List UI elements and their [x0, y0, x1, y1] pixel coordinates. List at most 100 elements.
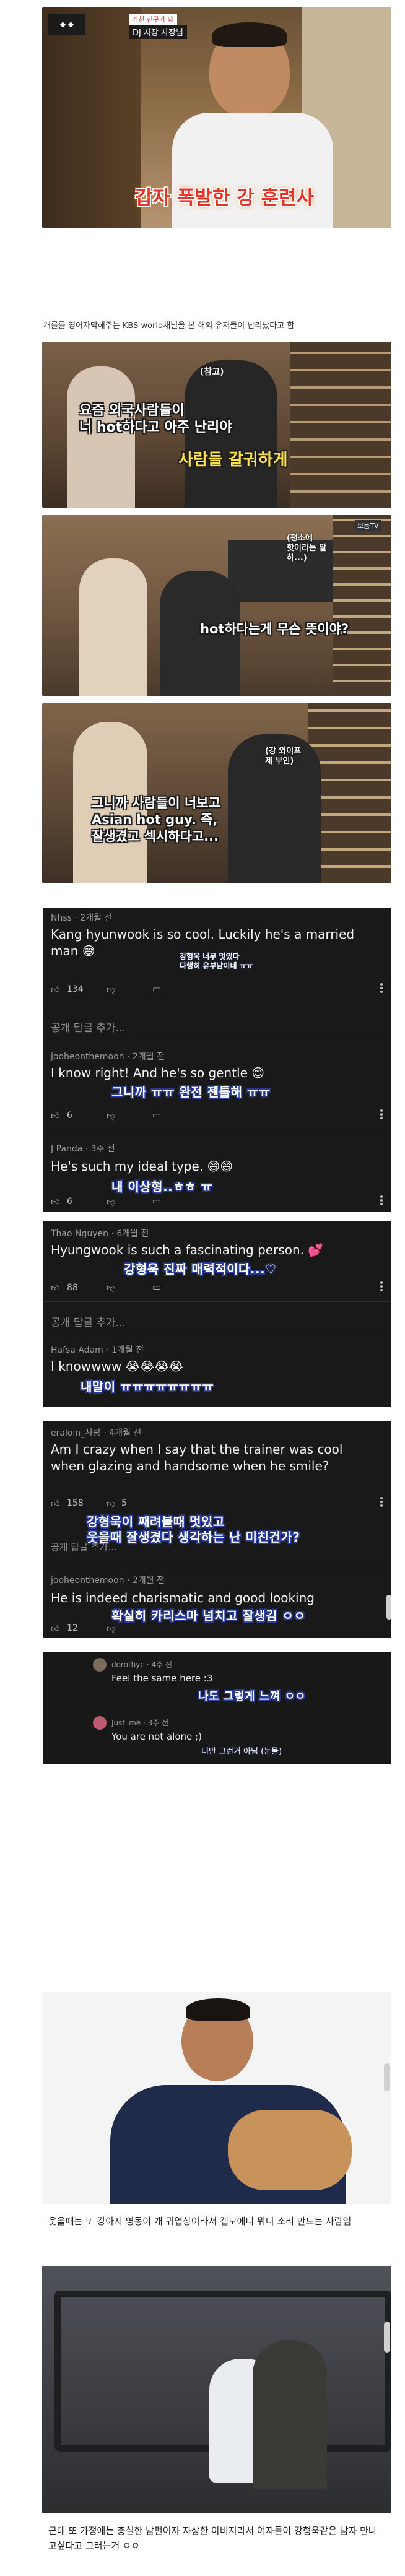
comment-text: He is indeed charismatic and good lookin…: [51, 1590, 315, 1605]
scene-image-1: (참고) 요즘 외국사람들이 너 hot하다고 아주 난리야 사람들 갈궈하게: [42, 342, 391, 508]
dog-photo: [42, 1992, 391, 2204]
dog-caption: 웃을때는 또 강아지 영동이 개 귀엽상이라서 갭모에니 뭐니 소리 만드는 사…: [48, 2216, 352, 2227]
comment-translation: 강형욱 진짜 매력적이다...♡: [124, 1262, 277, 1277]
scene-subtitle: hot하다는게 무슨 뜻이야?: [200, 622, 349, 636]
more-menu-icon[interactable]: [380, 1496, 383, 1508]
comment-panel-4: eraloin_사랑 · 4개월 전 Am I crazy when I say…: [43, 1421, 391, 1638]
comment-text: I know right! And he's so gentle 😊: [51, 1065, 265, 1080]
comment-translation: 확실히 카리스마 넘치고 잘생김 ㅇㅇ: [111, 1608, 306, 1623]
comment-text: Am I crazy when I say that the trainer w…: [51, 1442, 343, 1473]
scrollbar-handle[interactable]: [386, 1595, 391, 1620]
banner-headline: 갑자 폭발한 강 훈련사: [135, 187, 315, 209]
more-menu-icon[interactable]: [380, 1194, 383, 1207]
dislike-button[interactable]: 👎︎: [107, 1111, 115, 1121]
comment-author[interactable]: Just_me · 3주 전: [111, 1717, 168, 1728]
comment-panel-1: Nhss · 2개월 전 Kang hyunwook is so cool. L…: [43, 908, 391, 1132]
scene-small-label: (평소에 핫이라는 말 하...): [287, 534, 327, 563]
dislike-button[interactable]: 👎︎: [107, 1623, 115, 1634]
comment-author[interactable]: eraloin_사랑 · 4개월 전: [51, 1426, 141, 1439]
more-menu-icon[interactable]: [380, 1108, 383, 1121]
scene-subtitle-yellow: 사람들 갈궈하게: [178, 451, 288, 469]
bookshelf: [308, 703, 391, 883]
bookshelf: [333, 515, 391, 696]
like-button[interactable]: 👍︎: [51, 1283, 60, 1293]
person-hair: [212, 22, 287, 47]
avatar: [93, 1658, 107, 1672]
like-button[interactable]: 👍︎: [51, 984, 60, 995]
tag-small: 거친 친구가 돼: [129, 14, 177, 25]
reply-input[interactable]: 공개 답글 추가...: [51, 1314, 126, 1329]
dislike-button[interactable]: 👎︎: [107, 1498, 115, 1509]
tag-main: DJ 사장 사장님: [129, 25, 187, 39]
reply-icon[interactable]: ▭: [152, 1195, 161, 1207]
dog-figure: [228, 2110, 352, 2190]
intro-caption: 개를를 영어자막해주는 KBS world채널을 본 해외 유저들이 난리났다고…: [43, 321, 295, 331]
scene-small-label: (강 와이프 제 부인): [265, 747, 302, 766]
top-banner-image: ◆ ◆ 거친 친구가 돼 DJ 사장 사장님 갑자 폭발한 강 훈련사: [42, 7, 391, 228]
comment-translation: 내말이 ㅠㅠㅠㅠㅠㅠㅠㅠ: [81, 1379, 214, 1394]
background-shelf: [42, 7, 141, 228]
comment-panel-2: J Panda · 3주 전 He's such my ideal type. …: [43, 1132, 391, 1212]
scene-subtitle: 요즘 외국사람들이 너 hot하다고 아주 난리야: [79, 403, 232, 435]
like-button[interactable]: 👍︎: [51, 1197, 60, 1207]
scrollbar-handle[interactable]: [384, 2322, 390, 2353]
dislike-button[interactable]: 👎︎: [107, 1283, 115, 1293]
reply-icon[interactable]: ▭: [152, 1281, 161, 1293]
scrollbar-handle[interactable]: [384, 2063, 390, 2091]
comment-author[interactable]: Nhss · 2개월 전: [51, 911, 112, 924]
comment-translation: 그니까 ㅠㅠ 완전 젠틀해 ㅠㅠ: [111, 1085, 271, 1099]
woman-figure: [79, 558, 147, 696]
comment-translation: 너만 그런거 아님 (눈물): [201, 1747, 282, 1756]
scene-image-3: (강 와이프 제 부인) 그니까 사람들이 너보고 Asian hot guy.…: [42, 703, 391, 883]
person-figure: [253, 2340, 327, 2489]
like-count: 6: [67, 1197, 72, 1207]
channel-tag: 보듬TV: [355, 520, 381, 531]
family-caption: 근데 또 가정에는 충실한 남편이자 자상한 아버지라서 여자들이 강형욱같은 …: [48, 2525, 377, 2551]
comment-text: I knowwww 😭😭😭😭: [51, 1359, 184, 1374]
comment-author[interactable]: Hafsa Adam · 1개월 전: [51, 1343, 144, 1356]
channel-logo: ◆ ◆: [48, 14, 85, 35]
comment-text: Hyungwook is such a fascinating person. …: [51, 1242, 324, 1257]
dislike-count: 5: [121, 1498, 127, 1508]
comment-translation: 강형욱 너무 멋있다 다행히 유부남이네 ㅠㅠ: [180, 952, 253, 970]
like-button[interactable]: 👍︎: [51, 1623, 60, 1634]
comment-author[interactable]: jooheonthemoon · 2개월 전: [51, 1574, 165, 1586]
reply-input[interactable]: 공개 답글 추가...: [51, 1019, 126, 1034]
like-count: 158: [67, 1498, 84, 1508]
comment-author[interactable]: jooheonthemoon · 2개월 전: [51, 1050, 165, 1062]
comment-text: He's such my ideal type. 😄😄: [51, 1159, 233, 1174]
comment-author[interactable]: Thao Nguyen · 6개월 전: [51, 1227, 149, 1239]
reply-input[interactable]: 공개 답글 추가...: [51, 1540, 117, 1553]
person-body: [172, 113, 333, 228]
like-count: 88: [67, 1283, 78, 1293]
comment-text: You are not alone ;): [111, 1731, 202, 1742]
scene-small-label: (참고): [200, 367, 224, 377]
scene-subtitle: 그니까 사람들이 너보고 Asian hot guy. 즉, 잘생겼고 섹시하다…: [92, 796, 220, 844]
family-photo: [42, 2266, 391, 2513]
like-button[interactable]: 👍︎: [51, 1498, 60, 1509]
dislike-button[interactable]: 👎︎: [107, 1197, 115, 1207]
like-count: 6: [67, 1111, 72, 1121]
mini-comment-panel: dorothyc · 4주 전 Feel the same here :3 나도…: [43, 1652, 391, 1764]
more-menu-icon[interactable]: [380, 1280, 383, 1293]
reply-icon[interactable]: ▭: [152, 983, 161, 994]
divider: [43, 1301, 391, 1302]
person-hair: [186, 1998, 250, 2021]
like-button[interactable]: 👍︎: [51, 1111, 60, 1121]
scene-image-2: 보듬TV (평소에 핫이라는 말 하...) hot하다는게 무슨 뜻이야?: [42, 515, 391, 696]
comment-panel-3: Thao Nguyen · 6개월 전 Hyungwook is such a …: [43, 1221, 391, 1407]
comment-translation: 내 이상형..ㅎㅎ ㅠ: [111, 1179, 213, 1194]
like-count: 134: [67, 984, 84, 994]
comment-author[interactable]: dorothyc · 4주 전: [111, 1659, 172, 1670]
reply-icon[interactable]: ▭: [152, 1109, 161, 1121]
comment-author[interactable]: J Panda · 3주 전: [51, 1142, 115, 1155]
more-menu-icon[interactable]: [380, 982, 383, 994]
comment-translation: 나도 그렇게 느껴 ㅇㅇ: [198, 1690, 306, 1703]
bookshelf: [290, 342, 391, 508]
avatar: [93, 1716, 107, 1730]
comment-translation: 강형욱이 째려볼때 멋있고 웃을때 잘생겼다 생각하는 난 미친건가?: [87, 1514, 300, 1545]
like-count: 12: [67, 1623, 78, 1633]
comment-text: Feel the same here :3: [111, 1673, 213, 1684]
woman-figure: [67, 366, 135, 508]
dislike-button[interactable]: 👎︎: [107, 984, 115, 995]
